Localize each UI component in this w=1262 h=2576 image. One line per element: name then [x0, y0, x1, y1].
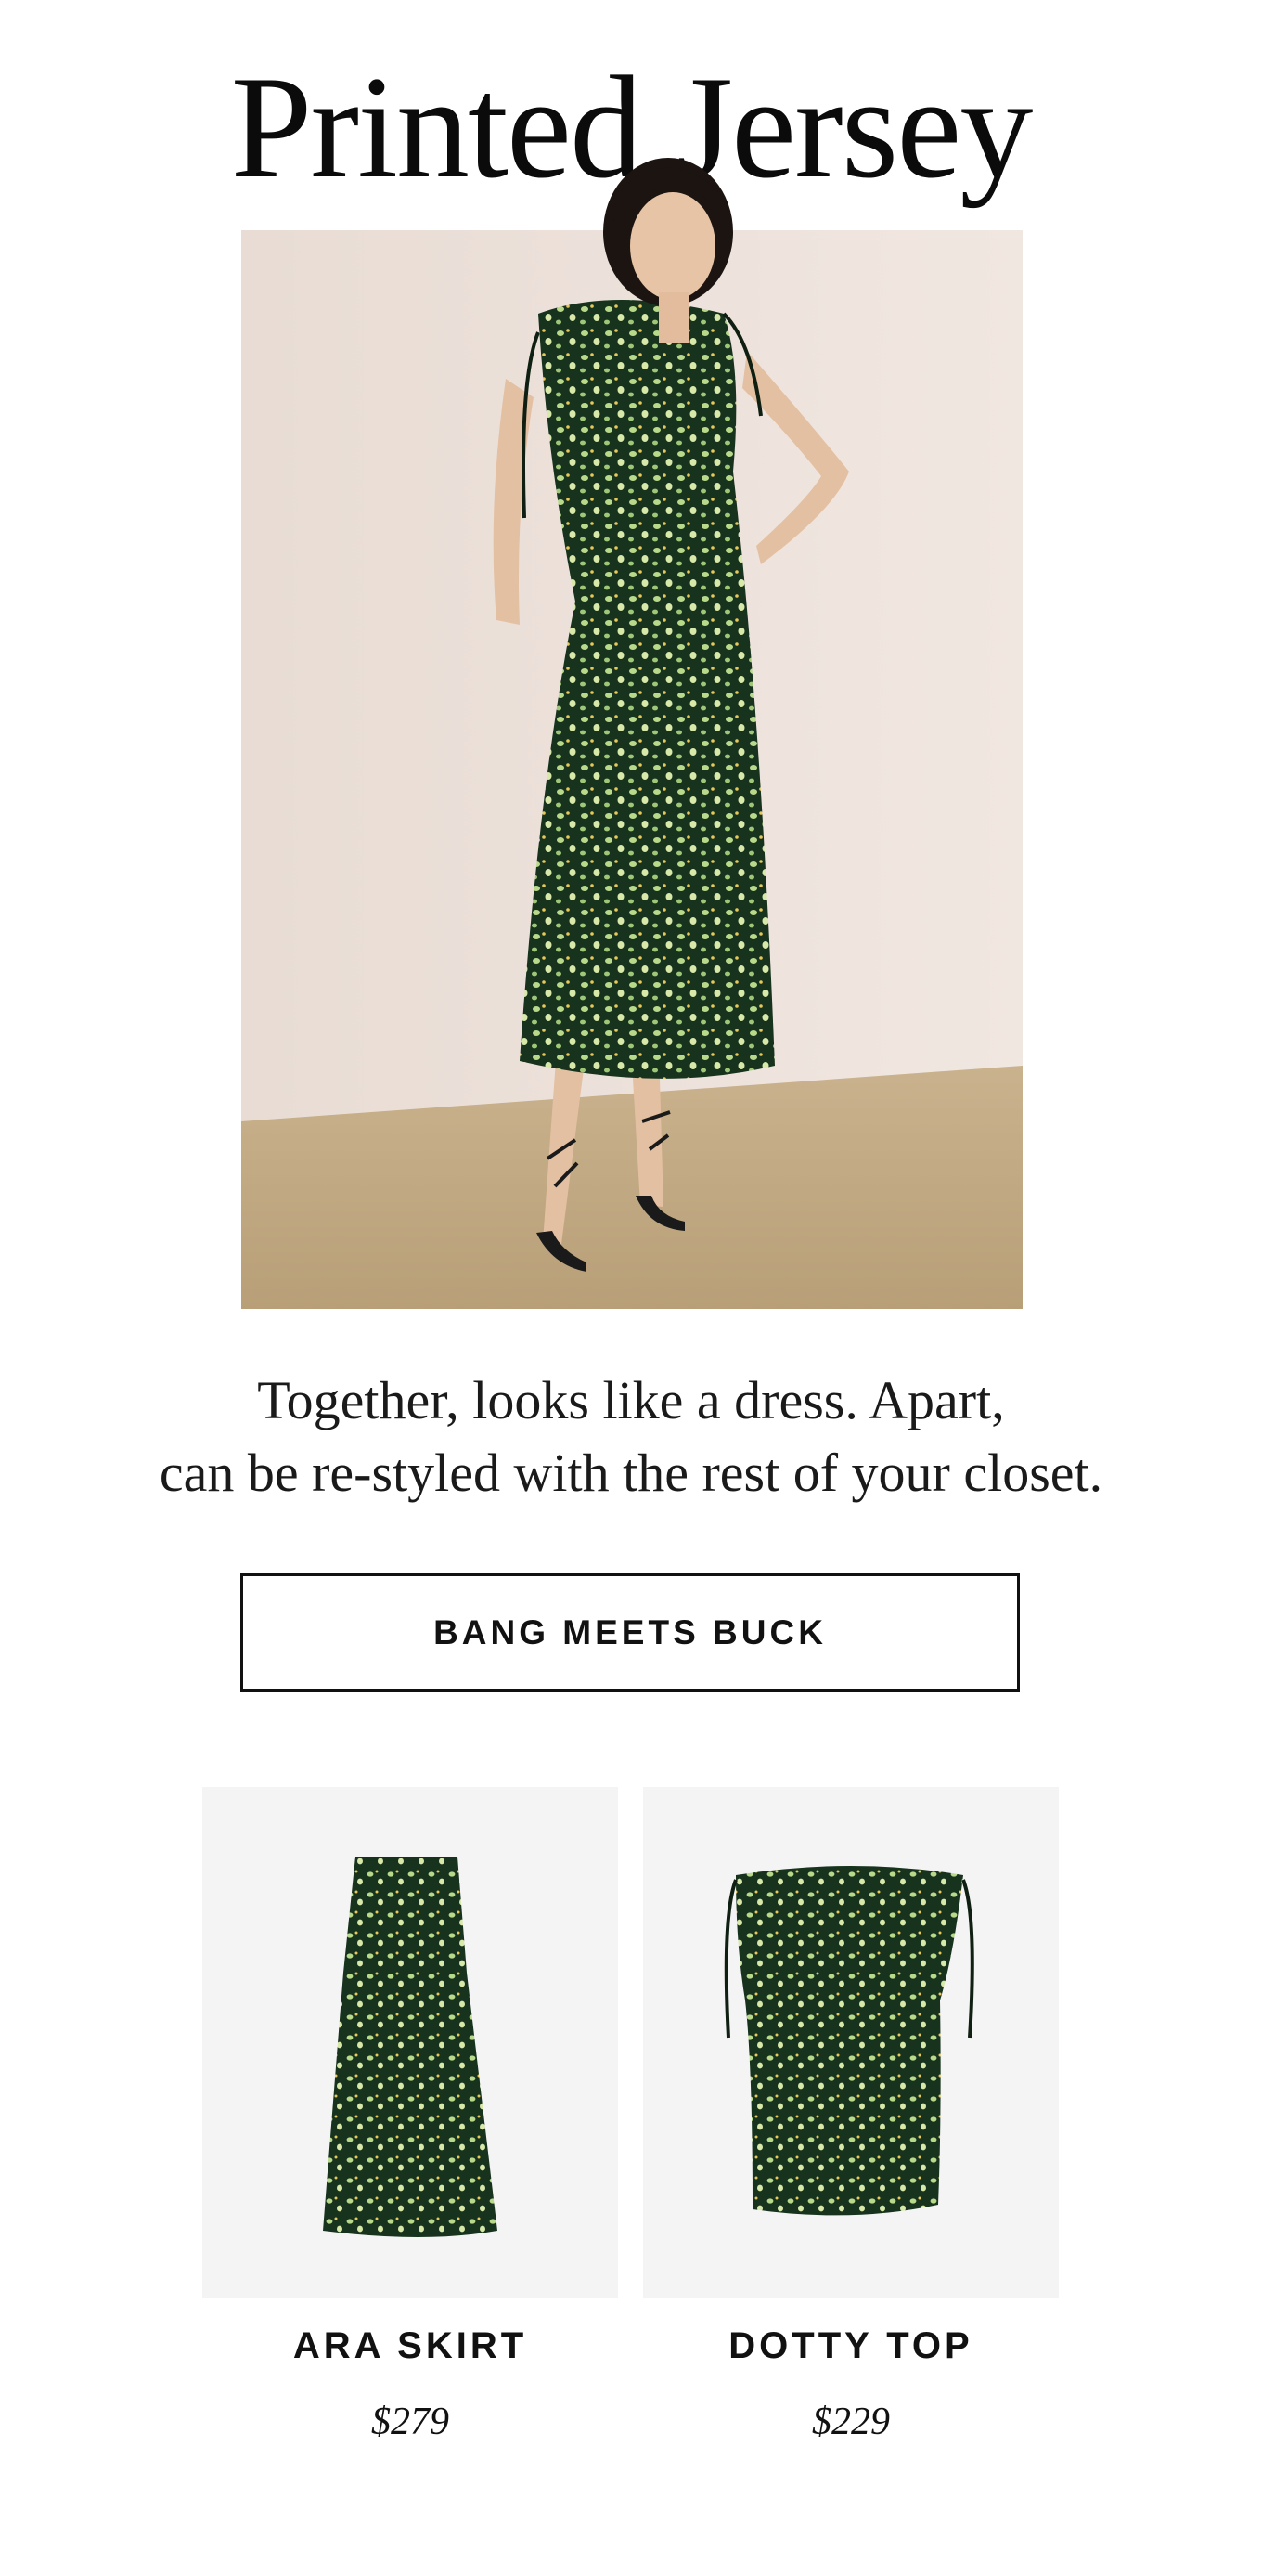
tagline: Together, looks like a dress. Apart, can…: [0, 1365, 1262, 1509]
ara-skirt-image: [202, 1787, 618, 2298]
bang-meets-buck-button[interactable]: BANG MEETS BUCK: [240, 1573, 1020, 1692]
model-in-green-printed-dress-image: [241, 230, 1023, 1309]
tagline-line-1: Together, looks like a dress. Apart,: [257, 1370, 1005, 1430]
product-name-dotty-top[interactable]: DOTTY TOP: [643, 2325, 1059, 2367]
product-name-ara-skirt[interactable]: ARA SKIRT: [202, 2325, 618, 2367]
product-card-dotty-top[interactable]: [643, 1787, 1059, 2298]
product-card-ara-skirt[interactable]: [202, 1787, 618, 2298]
hero-image[interactable]: [241, 230, 1023, 1309]
product-price-ara-skirt: $279: [371, 2401, 449, 2443]
tagline-line-2: can be re-styled with the rest of your c…: [159, 1443, 1103, 1503]
model-head-image: [603, 158, 733, 343]
dotty-top-image: [643, 1787, 1059, 2298]
product-price-dotty-top: $229: [812, 2401, 890, 2443]
